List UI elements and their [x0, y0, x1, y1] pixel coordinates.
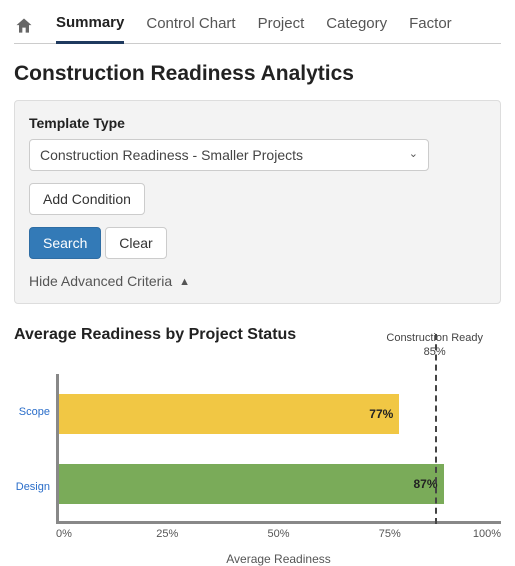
tab-category[interactable]: Category — [326, 9, 387, 42]
bar-scope-value: 77% — [369, 407, 393, 421]
caret-up-icon: ▲ — [179, 276, 190, 288]
chevron-down-icon: ⌄ — [409, 147, 418, 160]
filter-panel: Template Type Construction Readiness - S… — [14, 100, 501, 304]
tab-project[interactable]: Project — [258, 9, 305, 42]
hide-advanced-toggle[interactable]: Hide Advanced Criteria ▲ — [29, 273, 486, 289]
reference-label: Construction Ready 85% — [386, 332, 483, 360]
reference-label-top: Construction Ready — [386, 332, 483, 346]
bar-scope[interactable]: 77% — [59, 394, 399, 434]
template-type-select[interactable]: Construction Readiness - Smaller Project… — [29, 139, 429, 171]
hide-advanced-label: Hide Advanced Criteria — [29, 273, 172, 289]
xtick-0: 0% — [56, 528, 72, 540]
add-condition-button[interactable]: Add Condition — [29, 183, 145, 215]
tab-factor[interactable]: Factor — [409, 9, 452, 42]
category-scope[interactable]: Scope — [19, 406, 50, 418]
page-title: Construction Readiness Analytics — [14, 62, 501, 86]
xtick-100: 100% — [473, 528, 501, 540]
bar-design[interactable]: 87% — [59, 464, 444, 504]
readiness-chart: Scope Design 77% 87% Construction Ready … — [14, 374, 501, 524]
chart-y-labels: Scope Design — [14, 374, 56, 524]
chart-x-ticks: 0% 25% 50% 75% 100% — [56, 528, 501, 546]
chart-plot-area: 77% 87% Construction Ready 85% — [56, 374, 501, 524]
category-design[interactable]: Design — [16, 481, 50, 493]
home-icon[interactable] — [14, 16, 34, 36]
template-type-label: Template Type — [29, 115, 486, 131]
xtick-25: 25% — [156, 528, 178, 540]
tab-control-chart[interactable]: Control Chart — [146, 9, 235, 42]
xtick-50: 50% — [267, 528, 289, 540]
reference-label-bottom: 85% — [386, 346, 483, 360]
clear-button[interactable]: Clear — [105, 227, 166, 259]
tab-summary[interactable]: Summary — [56, 8, 124, 44]
top-nav: Summary Control Chart Project Category F… — [14, 0, 501, 44]
chart-x-label: Average Readiness — [56, 552, 501, 566]
search-button[interactable]: Search — [29, 227, 101, 259]
reference-line — [435, 334, 437, 524]
template-type-value: Construction Readiness - Smaller Project… — [40, 147, 303, 163]
xtick-75: 75% — [379, 528, 401, 540]
